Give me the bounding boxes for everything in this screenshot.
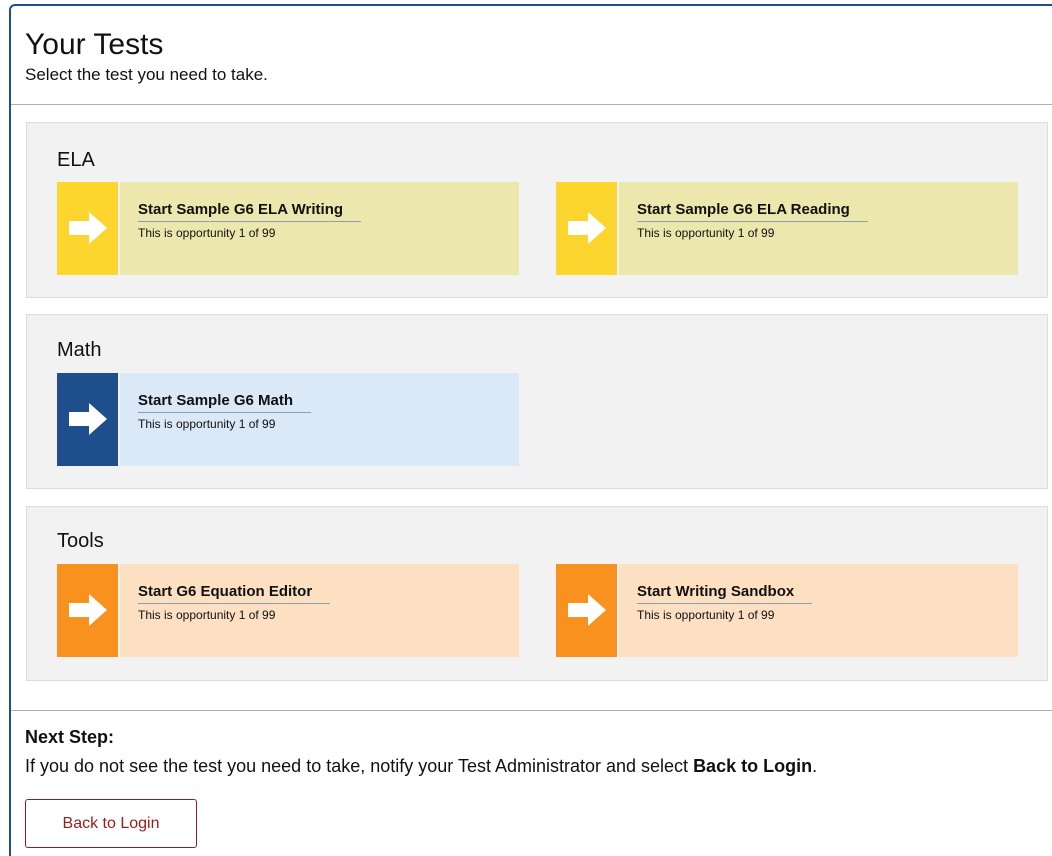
tile-opportunity: This is opportunity 1 of 99 xyxy=(138,608,276,622)
tile-title: Start Writing Sandbox xyxy=(637,583,813,604)
tile-arrow-box xyxy=(556,182,617,275)
tile-body: Start G6 Equation Editor This is opportu… xyxy=(120,564,519,657)
instruction-end: . xyxy=(812,756,818,776)
tile-start-sample-g6-math[interactable]: Start Sample G6 Math This is opportunity… xyxy=(57,373,519,466)
tile-opportunity: This is opportunity 1 of 99 xyxy=(138,226,276,240)
arrow-right-icon xyxy=(69,594,107,626)
test-group-math: Math Start Sample G6 Math This is opport… xyxy=(26,314,1048,489)
tile-opportunity: This is opportunity 1 of 99 xyxy=(637,608,775,622)
group-title-ela: ELA xyxy=(57,149,95,171)
tile-opportunity: This is opportunity 1 of 99 xyxy=(138,417,276,431)
tile-arrow-box xyxy=(57,373,118,466)
tile-title: Start Sample G6 ELA Writing xyxy=(138,201,362,222)
tile-title: Start G6 Equation Editor xyxy=(138,583,331,604)
page-subtitle: Select the test you need to take. xyxy=(25,65,268,84)
back-to-login-button[interactable]: Back to Login xyxy=(25,799,197,848)
instruction-bold-text: Back to Login xyxy=(693,756,813,776)
page-title: Your Tests xyxy=(25,28,164,61)
next-step-heading: Next Step: xyxy=(25,727,115,747)
test-group-tools: Tools Start G6 Equation Editor This is o… xyxy=(26,506,1048,681)
tile-title: Start Sample G6 ELA Reading xyxy=(637,201,868,222)
tile-start-writing-sandbox[interactable]: Start Writing Sandbox This is opportunit… xyxy=(556,564,1018,657)
page-header: Your Tests Select the test you need to t… xyxy=(25,28,268,86)
tile-arrow-box xyxy=(556,564,617,657)
arrow-right-icon xyxy=(568,212,606,244)
test-group-ela: ELA Start Sample G6 ELA Writing This is … xyxy=(26,122,1048,298)
tile-arrow-box xyxy=(57,564,118,657)
arrow-right-icon xyxy=(69,212,107,244)
next-step-instructions: If you do not see the test you need to t… xyxy=(25,753,817,779)
group-title-math: Math xyxy=(57,339,102,361)
tile-arrow-box xyxy=(57,182,118,275)
tile-body: Start Sample G6 ELA Writing This is oppo… xyxy=(120,182,519,275)
instruction-text: If you do not see the test you need to t… xyxy=(25,756,694,776)
tile-body: Start Sample G6 Math This is opportunity… xyxy=(120,373,519,466)
tile-body: Start Sample G6 ELA Reading This is oppo… xyxy=(619,182,1018,275)
tile-start-sample-g6-ela-reading[interactable]: Start Sample G6 ELA Reading This is oppo… xyxy=(556,182,1018,275)
tile-opportunity: This is opportunity 1 of 99 xyxy=(637,226,775,240)
tile-title: Start Sample G6 Math xyxy=(138,392,312,413)
header-divider xyxy=(11,104,1052,105)
footer-divider xyxy=(11,710,1052,711)
arrow-right-icon xyxy=(69,403,107,435)
arrow-right-icon xyxy=(568,594,606,626)
tile-start-sample-g6-ela-writing[interactable]: Start Sample G6 ELA Writing This is oppo… xyxy=(57,182,519,275)
tile-body: Start Writing Sandbox This is opportunit… xyxy=(619,564,1018,657)
group-title-tools: Tools xyxy=(57,530,104,552)
tile-start-g6-equation-editor[interactable]: Start G6 Equation Editor This is opportu… xyxy=(57,564,519,657)
